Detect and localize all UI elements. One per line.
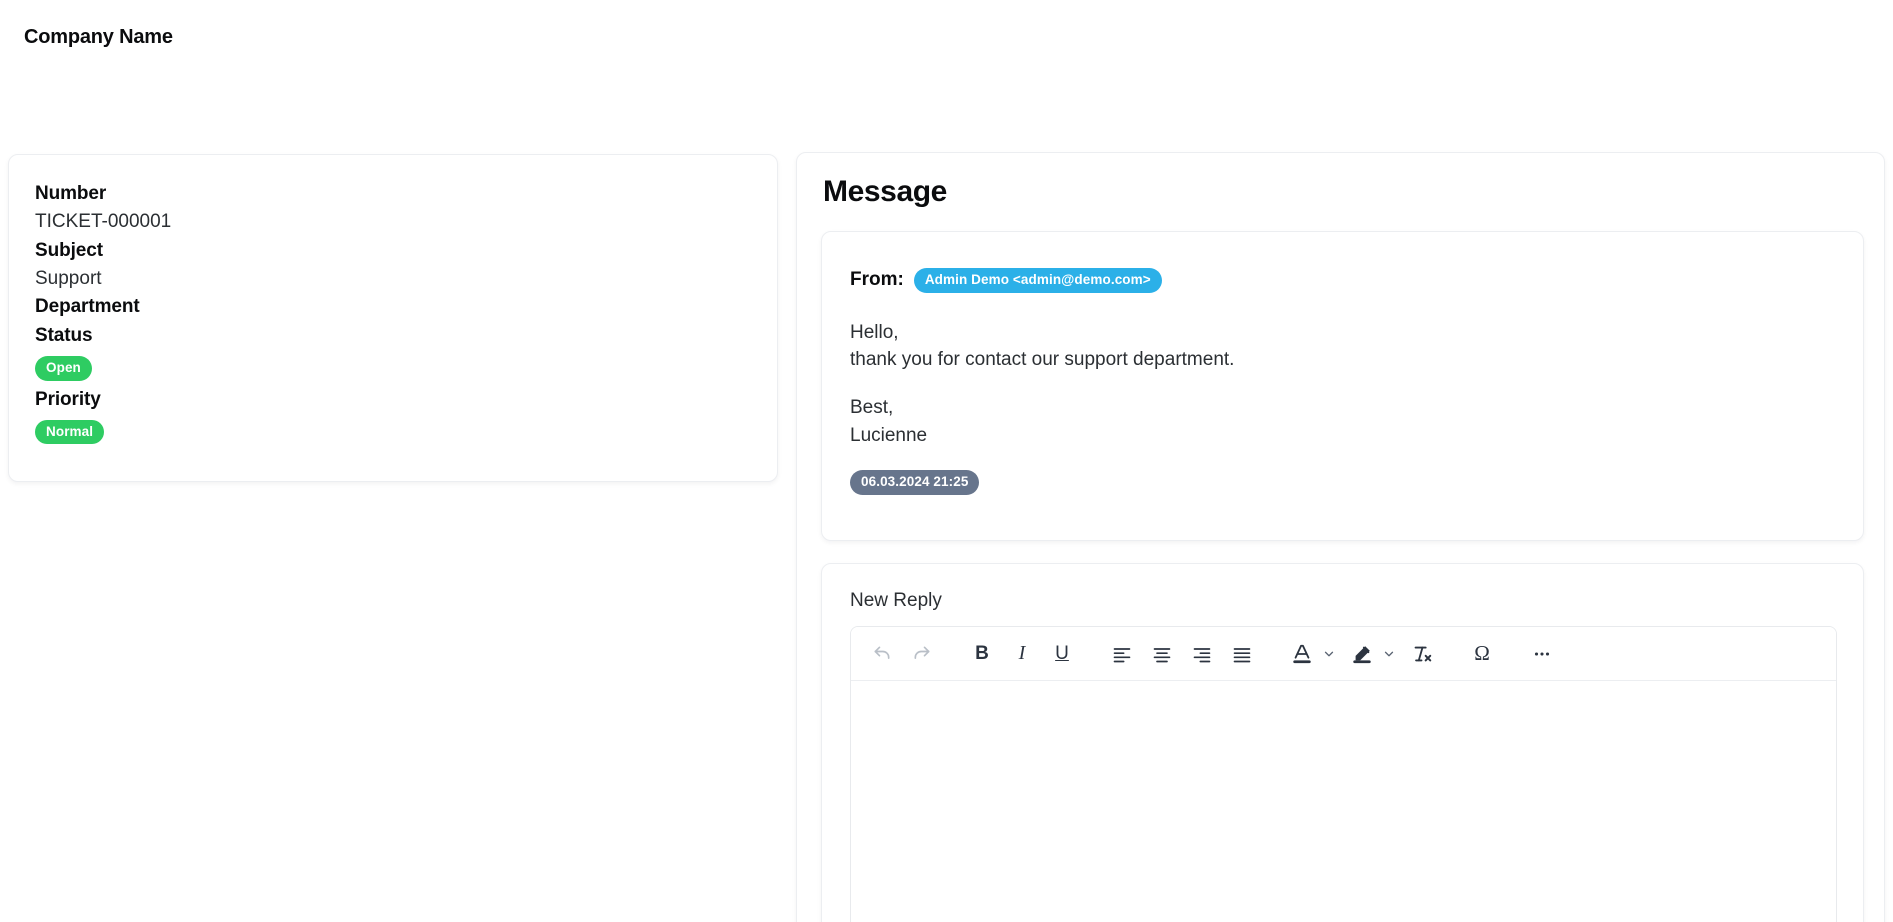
omega-label: Ω bbox=[1474, 643, 1490, 664]
new-reply-label: New Reply bbox=[850, 590, 1835, 612]
message-signature-paragraph: Best, Lucienne bbox=[850, 394, 1835, 450]
brand-title: Company Name bbox=[24, 26, 173, 49]
field-status: Status Open bbox=[35, 323, 751, 380]
highlight-chevron-down-icon[interactable] bbox=[1379, 636, 1399, 672]
message-body-line-1: Hello, bbox=[850, 322, 899, 343]
field-label-department: Department bbox=[35, 294, 751, 321]
field-value-subject: Support bbox=[35, 265, 751, 293]
message-card: From: Admin Demo <admin@demo.com> Hello,… bbox=[821, 231, 1864, 541]
reply-editor-input[interactable] bbox=[851, 681, 1836, 922]
field-label-priority: Priority bbox=[35, 387, 751, 414]
field-value-number: TICKET-000001 bbox=[35, 208, 751, 236]
message-panel: Message From: Admin Demo <admin@demo.com… bbox=[796, 152, 1885, 922]
align-center-icon[interactable] bbox=[1145, 636, 1179, 672]
field-priority: Priority Normal bbox=[35, 387, 751, 444]
text-color-icon[interactable] bbox=[1285, 636, 1319, 672]
special-character-icon[interactable]: Ω bbox=[1465, 636, 1499, 672]
redo-icon[interactable] bbox=[905, 636, 939, 672]
message-from-row: From: Admin Demo <admin@demo.com> bbox=[850, 268, 1835, 293]
message-signature-line-1: Best, bbox=[850, 397, 893, 418]
italic-label: I bbox=[1019, 642, 1026, 665]
highlight-icon[interactable] bbox=[1345, 636, 1379, 672]
field-label-status: Status bbox=[35, 323, 751, 350]
page-title: Message bbox=[823, 175, 1860, 209]
bold-label: B bbox=[975, 643, 989, 665]
underline-button[interactable]: U bbox=[1045, 636, 1079, 672]
message-body-line-2: thank you for contact our support depart… bbox=[850, 349, 1234, 370]
status-badge-wrap: Open bbox=[35, 356, 751, 381]
bold-button[interactable]: B bbox=[965, 636, 999, 672]
field-label-subject: Subject bbox=[35, 238, 751, 265]
new-reply-card: New Reply bbox=[821, 563, 1864, 922]
site-header: Company Name bbox=[0, 0, 1893, 118]
from-sender-badge: Admin Demo <admin@demo.com> bbox=[914, 268, 1162, 293]
message-signature-line-2: Lucienne bbox=[850, 425, 927, 446]
from-label: From: bbox=[850, 269, 904, 291]
field-number: Number TICKET-000001 bbox=[35, 181, 751, 236]
italic-button[interactable]: I bbox=[1005, 636, 1039, 672]
page-root: Company Name Number TICKET-000001 Subjec… bbox=[0, 0, 1893, 922]
undo-icon[interactable] bbox=[865, 636, 899, 672]
more-options-icon[interactable] bbox=[1525, 636, 1559, 672]
field-department: Department bbox=[35, 294, 751, 321]
align-justify-icon[interactable] bbox=[1225, 636, 1259, 672]
text-color-chevron-down-icon[interactable] bbox=[1319, 636, 1339, 672]
message-body-paragraph: Hello, thank you for contact our support… bbox=[850, 319, 1835, 375]
message-timestamp-wrap: 06.03.2024 21:25 bbox=[850, 470, 1835, 495]
align-right-icon[interactable] bbox=[1185, 636, 1219, 672]
priority-badge-wrap: Normal bbox=[35, 420, 751, 445]
message-timestamp-badge: 06.03.2024 21:25 bbox=[850, 470, 979, 495]
message-body: Hello, thank you for contact our support… bbox=[850, 319, 1835, 451]
field-subject: Subject Support bbox=[35, 238, 751, 293]
align-left-icon[interactable] bbox=[1105, 636, 1139, 672]
clear-formatting-icon[interactable] bbox=[1405, 636, 1439, 672]
ticket-info-card: Number TICKET-000001 Subject Support Dep… bbox=[8, 154, 778, 482]
priority-badge: Normal bbox=[35, 420, 104, 445]
field-label-number: Number bbox=[35, 181, 751, 208]
editor-toolbar: B I U bbox=[851, 627, 1836, 681]
underline-label: U bbox=[1055, 643, 1069, 665]
rich-text-editor: B I U bbox=[850, 626, 1837, 922]
status-badge: Open bbox=[35, 356, 92, 381]
